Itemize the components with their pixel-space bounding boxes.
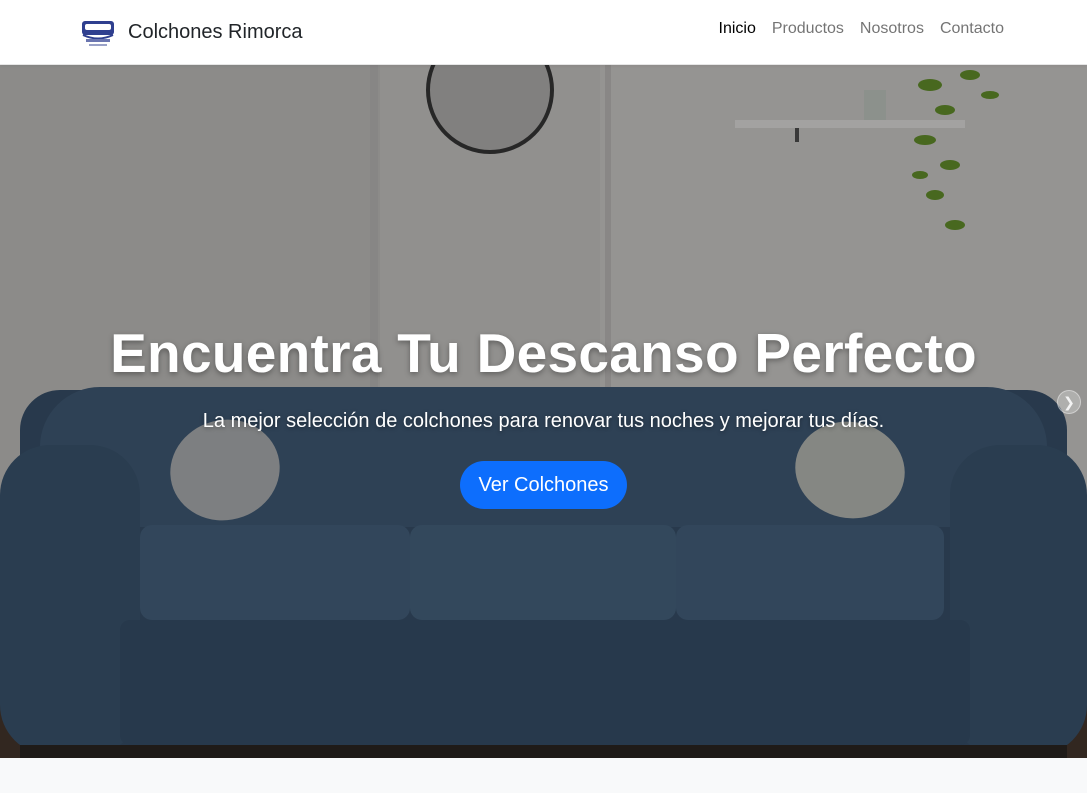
hero-carousel: Encuentra Tu Descanso Perfecto La mejor … [0, 65, 1087, 758]
carousel-next-button[interactable]: ❯ [1057, 390, 1081, 414]
navbar: Colchones Rimorca Inicio Productos Nosot… [0, 0, 1087, 65]
nav-item-nosotros: Nosotros [860, 20, 924, 38]
brand-name: Colchones Rimorca [128, 20, 303, 43]
nav-link-nosotros[interactable]: Nosotros [860, 20, 924, 37]
hero-caption: Encuentra Tu Descanso Perfecto La mejor … [0, 320, 1087, 509]
nav-item-productos: Productos [772, 20, 844, 38]
nav-link-productos[interactable]: Productos [772, 20, 844, 37]
nav-item-contacto: Contacto [940, 20, 1004, 38]
nav-link-contacto[interactable]: Contacto [940, 20, 1004, 37]
nav-item-inicio: Inicio [719, 20, 756, 38]
chevron-right-icon: ❯ [1063, 393, 1075, 410]
nav-links: Inicio Productos Nosotros Contacto [719, 20, 1004, 38]
brand-link[interactable]: Colchones Rimorca [80, 14, 303, 50]
hero-subtitle: La mejor selección de colchones para ren… [202, 410, 885, 432]
nav-link-inicio[interactable]: Inicio [719, 20, 756, 37]
next-section [0, 758, 1087, 793]
brand-logo-icon [82, 21, 114, 46]
hero-title: Encuentra Tu Descanso Perfecto [110, 322, 977, 384]
ver-colchones-button[interactable]: Ver Colchones [460, 461, 627, 509]
